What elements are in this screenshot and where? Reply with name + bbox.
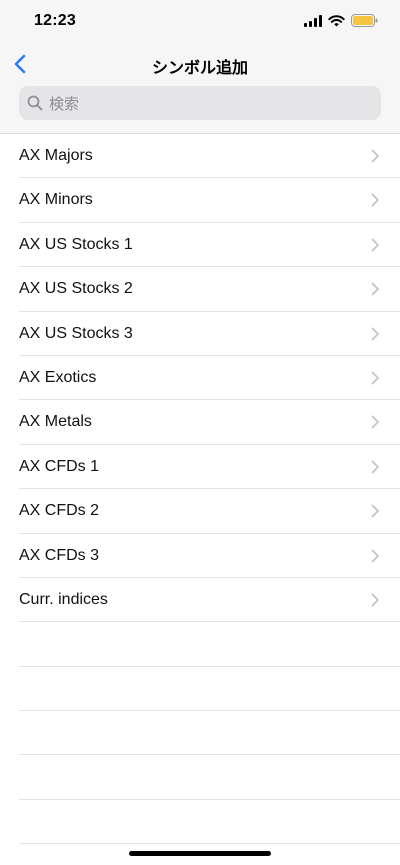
chevron-right-icon (371, 327, 379, 340)
list-item-label: AX CFDs 3 (19, 546, 100, 564)
empty-row (19, 711, 400, 756)
search-placeholder: 検索 (49, 95, 80, 113)
list-item[interactable]: AX Metals (19, 400, 400, 445)
empty-row (19, 800, 400, 845)
chevron-right-icon (371, 282, 379, 296)
chevron-right-icon (371, 238, 379, 252)
list-item-label: AX CFDs 2 (19, 502, 100, 520)
battery-level (353, 16, 373, 25)
list-item-label: AX US Stocks 1 (19, 235, 133, 253)
chevron-right-icon (371, 415, 379, 429)
list-item-label: AX US Stocks 3 (19, 324, 133, 342)
chevron-right-icon (371, 504, 379, 518)
chevron-right-icon (371, 149, 379, 163)
search-icon (27, 94, 45, 112)
list-item[interactable]: Curr. indices (19, 578, 400, 623)
status-icons (304, 14, 378, 27)
chevron-right-icon (371, 371, 379, 385)
list-item-label: AX US Stocks 2 (19, 280, 133, 298)
screen: 12:23 シンボル追加 検索 AX Majors AX Minors AX U… (0, 0, 400, 865)
chevron-right-icon (371, 549, 379, 562)
list-item-label: AX Exotics (19, 368, 97, 386)
list-item-label: AX Metals (19, 413, 92, 431)
empty-row (19, 622, 400, 667)
page-title: シンボル追加 (151, 60, 248, 77)
status-bar: 12:23 (0, 0, 400, 44)
chevron-right-icon (371, 193, 379, 207)
battery-icon (351, 14, 378, 27)
search-input[interactable]: 検索 (19, 86, 381, 120)
chevron-right-icon (371, 460, 379, 474)
home-indicator[interactable] (129, 851, 271, 856)
empty-row (19, 755, 400, 800)
search-area: 検索 (0, 84, 400, 134)
list-item[interactable]: AX CFDs 1 (19, 445, 400, 490)
list-item[interactable]: AX US Stocks 2 (19, 267, 400, 312)
list-item-label: AX Minors (19, 191, 93, 209)
wifi-icon (328, 14, 345, 27)
list-item[interactable]: AX CFDs 3 (19, 534, 400, 578)
list-item-label: AX CFDs 1 (19, 457, 100, 475)
list-item[interactable]: AX US Stocks 3 (19, 312, 400, 356)
list-item[interactable]: AX CFDs 2 (19, 489, 400, 534)
list-item[interactable]: AX US Stocks 1 (19, 223, 400, 268)
empty-row (19, 667, 400, 712)
symbol-group-list: AX Majors AX Minors AX US Stocks 1 AX US St… (0, 134, 400, 845)
signal-icon (304, 14, 322, 27)
list-item-label: Curr. indices (19, 590, 108, 608)
list-item[interactable]: AX Minors (19, 178, 400, 223)
list-item[interactable]: AX Exotics (19, 356, 400, 401)
chevron-right-icon (371, 593, 379, 607)
nav-bar: シンボル追加 (0, 44, 400, 84)
list-item[interactable]: AX Majors (19, 134, 400, 179)
status-time: 12:23 (34, 12, 76, 29)
list-item-label: AX Majors (19, 147, 93, 164)
